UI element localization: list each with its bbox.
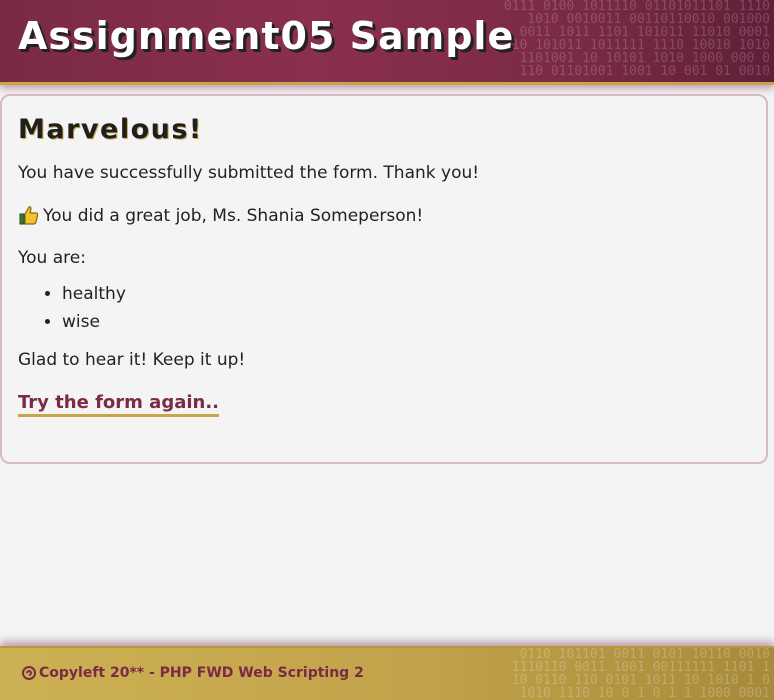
footer-text: Copyleft 20** - PHP FWD Web Scripting 2 xyxy=(39,665,364,681)
success-message: You have successfully submitted the form… xyxy=(18,163,480,183)
traits-list: healthy wise xyxy=(18,280,750,336)
you-are-label: You are: xyxy=(18,248,86,268)
page-title: Assignment05 Sample xyxy=(18,14,515,58)
result-heading: Marvelous! xyxy=(18,114,203,145)
page: 0111 0100 1011110 01101011101 1110 1010 … xyxy=(0,0,774,700)
list-item: healthy xyxy=(62,280,750,308)
closing-message: Glad to hear it! Keep it up! xyxy=(18,350,246,370)
thumbs-up-icon xyxy=(18,205,40,225)
praise-message: You did a great job, Ms. Shania Somepers… xyxy=(43,206,424,226)
praise-line: You did a great job, Ms. Shania Somepers… xyxy=(18,205,750,226)
result-card: Marvelous! You have successfully submitt… xyxy=(0,94,768,464)
copyleft-icon xyxy=(22,666,36,680)
binary-background: 0110 101101 0011 0101 10110 0010 1110110… xyxy=(511,647,770,700)
list-item: wise xyxy=(62,308,750,336)
page-header: 0111 0100 1011110 01101011101 1110 1010 … xyxy=(0,0,774,85)
page-footer: 0110 101101 0011 0101 10110 0010 1110110… xyxy=(0,646,774,700)
try-again-link[interactable]: Try the form again.. xyxy=(18,392,220,417)
